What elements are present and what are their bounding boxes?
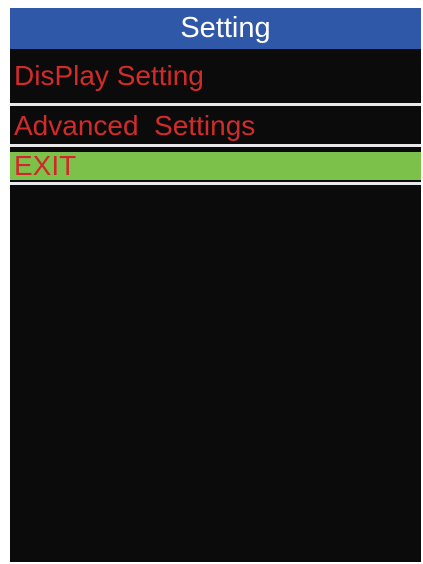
menu-divider xyxy=(10,103,421,106)
menu-item-display-setting[interactable]: DisPlay Setting xyxy=(10,57,421,94)
page-title: Setting xyxy=(10,8,421,49)
menu-item-exit[interactable]: EXIT xyxy=(10,152,421,180)
settings-screen: Setting DisPlay Setting Advanced Setting… xyxy=(10,8,421,562)
menu-divider xyxy=(10,182,421,185)
menu-divider xyxy=(10,144,421,147)
menu-item-advanced-settings[interactable]: Advanced Settings xyxy=(10,107,421,144)
